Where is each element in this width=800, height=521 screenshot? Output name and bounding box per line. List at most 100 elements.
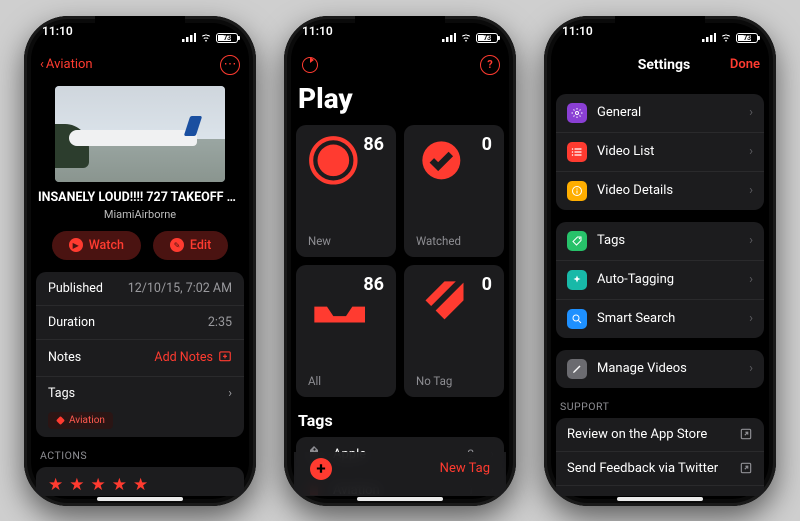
settings-row[interactable]: Auto-Tagging › xyxy=(556,260,764,299)
list-icon xyxy=(567,142,587,162)
pencil-icon: ✎ xyxy=(170,238,184,252)
circle-record-icon xyxy=(308,200,384,214)
star-icon[interactable]: ★ xyxy=(133,475,148,495)
tag-slash-icon xyxy=(416,340,492,354)
row-label: Send Feedback via Email xyxy=(567,495,710,496)
home-indicator[interactable] xyxy=(617,497,703,501)
home-indicator[interactable] xyxy=(97,497,183,501)
row-label: Video List xyxy=(597,144,654,159)
settings-row[interactable]: Send Feedback via Email xyxy=(556,485,764,496)
settings-group-appearance: General › Video List › Video Details › xyxy=(556,94,764,210)
info-icon xyxy=(567,181,587,201)
back-button[interactable]: ‹ Aviation xyxy=(40,57,93,72)
page-title: Settings xyxy=(598,57,730,73)
status-time: 11:10 xyxy=(562,24,593,52)
status-time: 11:10 xyxy=(302,24,333,52)
chevron-left-icon: ‹ xyxy=(40,57,44,72)
chevron-right-icon: › xyxy=(228,386,232,401)
external-link-icon xyxy=(739,461,753,475)
watch-button[interactable]: ▶ Watch xyxy=(52,231,141,260)
tile-all[interactable]: 86 All xyxy=(296,265,396,397)
settings-row[interactable]: Video Details › xyxy=(556,171,764,210)
settings-button[interactable] xyxy=(300,55,320,75)
chevron-right-icon: › xyxy=(749,105,753,120)
row-duration: Duration 2:35 xyxy=(36,305,244,339)
battery-icon: 73 xyxy=(476,33,498,43)
settings-row[interactable]: Smart Search › xyxy=(556,299,764,338)
settings-row[interactable]: Review on the App Store xyxy=(556,418,764,451)
notch xyxy=(95,16,185,38)
settings-row[interactable]: General › xyxy=(556,94,764,132)
phone-settings: 11:10 73 Settings Done General›Video Lis… xyxy=(544,16,776,506)
settings-group-manage: Manage Videos› xyxy=(556,350,764,388)
wifi-icon xyxy=(720,33,732,42)
chevron-right-icon: › xyxy=(749,144,753,159)
settings-group-support: Review on the App Store Send Feedback via… xyxy=(556,418,764,496)
star-icon[interactable]: ★ xyxy=(112,475,127,495)
cellular-icon xyxy=(442,33,456,42)
row-label: Review on the App Store xyxy=(567,427,707,442)
row-published: Published 12/10/15, 7:02 AM xyxy=(36,272,244,305)
checkmark-icon xyxy=(416,200,492,214)
row-tags[interactable]: Tags › xyxy=(36,376,244,410)
cellular-icon xyxy=(702,33,716,42)
add-notes-icon xyxy=(218,349,232,367)
video-title: INSANELY LOUD!!!! 727 TAKEOFF A… xyxy=(34,190,246,205)
row-label: Auto-Tagging xyxy=(597,272,674,287)
add-tag-button[interactable]: + xyxy=(310,458,332,480)
help-button[interactable] xyxy=(480,55,500,75)
chevron-right-icon: › xyxy=(749,311,753,326)
external-link-icon xyxy=(739,427,753,441)
new-tag-button[interactable]: New Tag xyxy=(440,461,490,476)
battery-icon: 73 xyxy=(736,33,758,43)
status-time: 11:10 xyxy=(42,24,73,52)
settings-row[interactable]: Send Feedback via Twitter xyxy=(556,451,764,485)
row-label: Video Details xyxy=(597,183,673,198)
more-button[interactable] xyxy=(220,55,240,75)
page-title: Play xyxy=(298,82,502,115)
row-label: Smart Search xyxy=(597,311,675,326)
gear-icon xyxy=(567,103,587,123)
rating-stars[interactable]: ★ ★ ★ ★ ★ xyxy=(36,467,244,496)
row-notes[interactable]: Notes Add Notes xyxy=(36,339,244,376)
settings-row[interactable]: Video List › xyxy=(556,132,764,171)
play-icon: ▶ xyxy=(69,238,83,252)
section-actions: ACTIONS xyxy=(40,449,244,462)
row-label: Send Feedback via Twitter xyxy=(567,461,718,476)
home-indicator[interactable] xyxy=(357,497,443,501)
tags-header: Tags xyxy=(298,411,502,430)
chevron-right-icon: › xyxy=(749,183,753,198)
tile-no-tag[interactable]: 0 No Tag xyxy=(404,265,504,397)
section-support: SUPPORT xyxy=(560,400,764,413)
star-icon[interactable]: ★ xyxy=(48,475,63,495)
notch xyxy=(615,16,705,38)
settings-row[interactable]: Manage Videos› xyxy=(556,350,764,388)
star-icon[interactable]: ★ xyxy=(69,475,84,495)
row-label: General xyxy=(597,105,641,120)
wifi-icon xyxy=(460,33,472,42)
filter-tiles: 86 New 0 Watched 86 All 0 No Tag xyxy=(296,125,504,397)
tray-icon xyxy=(308,340,384,354)
pencil-icon xyxy=(567,359,587,379)
channel-name[interactable]: MiamiAirborne xyxy=(34,208,246,221)
tile-watched[interactable]: 0 Watched xyxy=(404,125,504,257)
done-button[interactable]: Done xyxy=(730,57,760,72)
back-label: Aviation xyxy=(46,57,93,72)
star-icon[interactable]: ★ xyxy=(91,475,106,495)
settings-row[interactable]: Tags› xyxy=(556,222,764,260)
metadata-list: Published 12/10/15, 7:02 AM Duration 2:3… xyxy=(36,272,244,437)
edit-button[interactable]: ✎ Edit xyxy=(153,231,228,260)
bottom-toolbar: + New Tag xyxy=(294,452,506,496)
cellular-icon xyxy=(182,33,196,42)
navbar xyxy=(294,52,506,80)
sparkle-icon xyxy=(567,270,587,290)
tag-chip-aviation[interactable]: Aviation xyxy=(48,412,113,429)
settings-group-tags: Tags› Auto-Tagging › Smart Search › xyxy=(556,222,764,338)
tile-new[interactable]: 86 New xyxy=(296,125,396,257)
video-thumbnail[interactable] xyxy=(55,86,225,182)
phone-play-list: 11:10 73 Play 86 New 0 Watched xyxy=(284,16,516,506)
navbar: ‹ Aviation xyxy=(34,52,246,80)
chevron-right-icon: › xyxy=(749,272,753,287)
wifi-icon xyxy=(200,33,212,42)
actions-list: ★ ★ ★ ★ ★ Share xyxy=(36,467,244,496)
